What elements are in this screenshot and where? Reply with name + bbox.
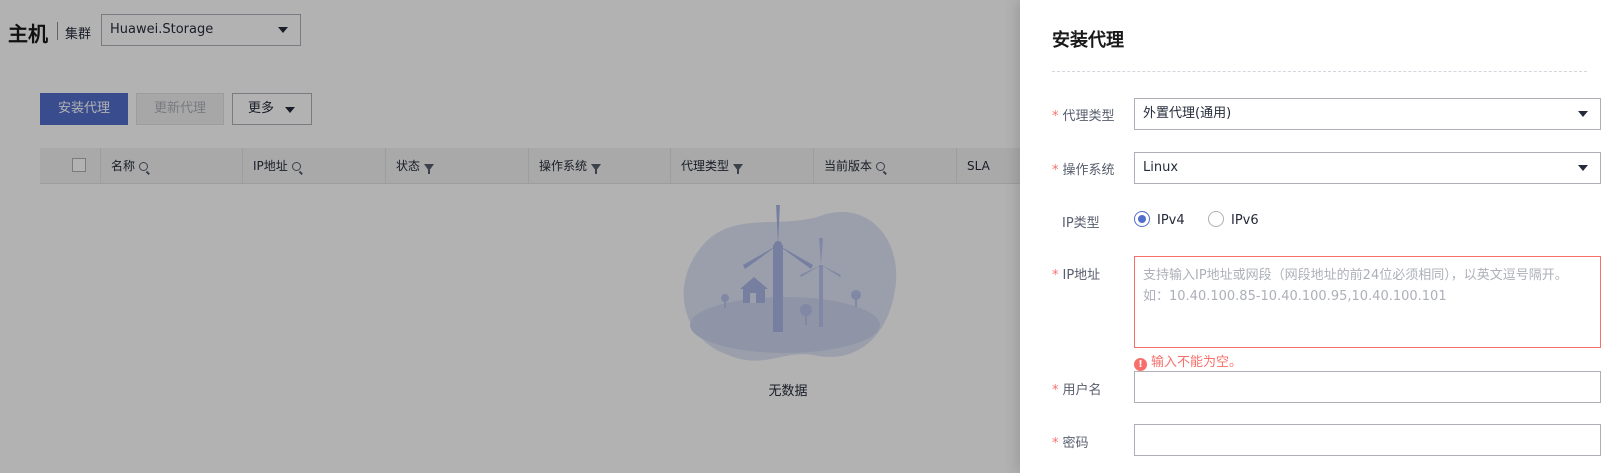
ipv6-radio-label: IPv6 bbox=[1231, 213, 1259, 228]
chevron-down-icon bbox=[1578, 165, 1588, 171]
os-value: Linux bbox=[1143, 160, 1179, 175]
install-agent-drawer: 安装代理 * 代理类型 外置代理(通用) * 操作系统 Linux IP类型 IPv… bbox=[1020, 0, 1617, 473]
os-label: * 操作系统 bbox=[1052, 159, 1130, 178]
radio-unchecked-icon bbox=[1208, 211, 1224, 227]
drawer-title: 安装代理 bbox=[1052, 30, 1124, 51]
radio-checked-icon bbox=[1134, 211, 1150, 227]
ipv4-radio-label: IPv4 bbox=[1157, 213, 1185, 228]
os-select[interactable]: Linux bbox=[1134, 152, 1601, 184]
agent-type-label: * 代理类型 bbox=[1052, 105, 1130, 124]
error-icon: ! bbox=[1134, 358, 1147, 371]
required-marker: * bbox=[1052, 109, 1059, 124]
ip-address-error-text: 输入不能为空。 bbox=[1151, 355, 1243, 370]
username-input[interactable] bbox=[1134, 371, 1601, 403]
username-label: * 用户名 bbox=[1052, 379, 1130, 398]
ipv4-radio[interactable]: IPv4 bbox=[1134, 211, 1185, 228]
agent-type-value: 外置代理(通用) bbox=[1143, 106, 1232, 121]
ip-address-textarea[interactable]: 支持输入IP地址或网段（网段地址的前24位必须相同），以英文逗号隔开。如：10.… bbox=[1134, 256, 1601, 348]
required-marker: * bbox=[1052, 268, 1059, 283]
agent-type-label-text: 代理类型 bbox=[1062, 109, 1115, 124]
username-label-text: 用户名 bbox=[1062, 383, 1102, 398]
os-label-text: 操作系统 bbox=[1062, 163, 1115, 178]
required-marker: * bbox=[1052, 163, 1059, 178]
password-input[interactable] bbox=[1134, 424, 1601, 456]
agent-type-select[interactable]: 外置代理(通用) bbox=[1134, 98, 1601, 130]
password-label: * 密码 bbox=[1052, 432, 1130, 451]
required-marker: * bbox=[1052, 436, 1059, 451]
required-marker: * bbox=[1052, 383, 1059, 398]
ipv6-radio[interactable]: IPv6 bbox=[1208, 211, 1259, 228]
ip-type-label-text: IP类型 bbox=[1062, 216, 1100, 231]
ip-address-label: * IP地址 bbox=[1052, 264, 1130, 283]
password-label-text: 密码 bbox=[1062, 436, 1089, 451]
ip-address-error: ! 输入不能为空。 bbox=[1134, 351, 1242, 371]
chevron-down-icon bbox=[1578, 111, 1588, 117]
ip-type-label: IP类型 bbox=[1052, 212, 1130, 231]
drawer-divider bbox=[1052, 71, 1587, 72]
ip-address-label-text: IP地址 bbox=[1062, 268, 1101, 283]
